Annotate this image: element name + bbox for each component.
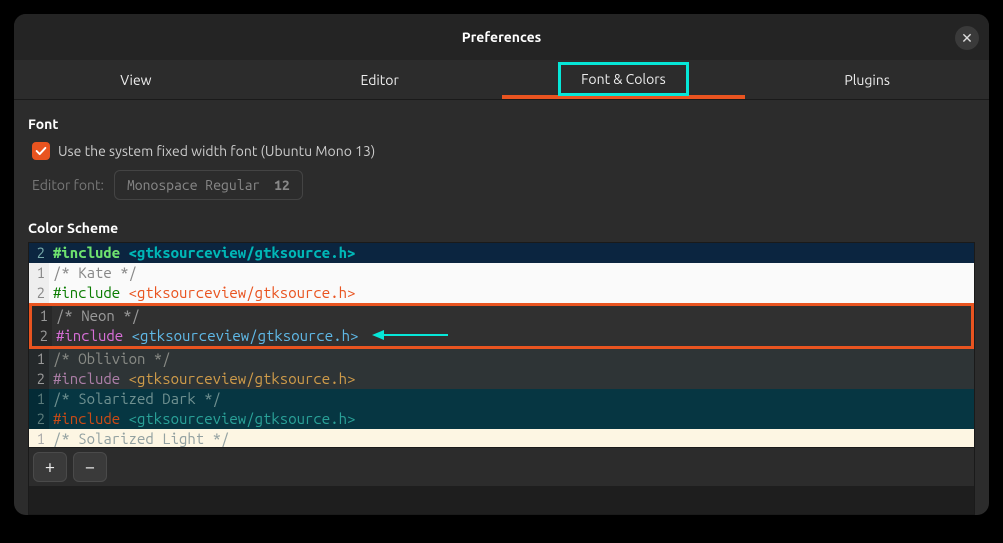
- tab-editor[interactable]: Editor: [258, 60, 502, 99]
- color-scheme-header: Color Scheme: [28, 220, 975, 236]
- scheme-item-neon[interactable]: 1 /* Neon */ 2 #include <gtksourceview/g…: [29, 303, 974, 349]
- tab-plugins[interactable]: Plugins: [745, 60, 989, 99]
- tab-view[interactable]: View: [14, 60, 258, 99]
- minus-icon: −: [85, 457, 95, 477]
- use-system-font-row[interactable]: Use the system fixed width font (Ubuntu …: [32, 142, 975, 160]
- color-scheme-list[interactable]: 2 #include <gtksourceview/gtksource.h> 1…: [28, 242, 975, 515]
- scheme-toolbar: + −: [29, 447, 974, 486]
- scheme-item-solarized-light[interactable]: 1 /* Solarized Light */: [29, 429, 974, 447]
- window-title: Preferences: [462, 29, 542, 45]
- content-area: Font Use the system fixed width font (Ub…: [14, 100, 989, 515]
- tab-font-colors[interactable]: Font & Colors: [502, 60, 746, 99]
- tab-bar: View Editor Font & Colors Plugins: [14, 60, 989, 100]
- use-system-font-checkbox[interactable]: [32, 142, 50, 160]
- titlebar: Preferences ✕: [14, 14, 989, 60]
- remove-scheme-button[interactable]: −: [73, 452, 107, 482]
- scheme-item-solarized-dark[interactable]: 1 /* Solarized Dark */ 2 #include <gtkso…: [29, 389, 974, 429]
- plus-icon: +: [45, 457, 55, 477]
- scheme-item-classic[interactable]: 2 #include <gtksourceview/gtksource.h>: [29, 243, 974, 263]
- editor-font-name: Monospace Regular: [127, 177, 260, 193]
- check-icon: [34, 144, 48, 158]
- font-section-header: Font: [28, 116, 975, 132]
- close-button[interactable]: ✕: [955, 26, 979, 50]
- add-scheme-button[interactable]: +: [33, 452, 67, 482]
- editor-font-button[interactable]: Monospace Regular 12: [114, 170, 303, 200]
- editor-font-label: Editor font:: [32, 177, 104, 193]
- scheme-item-oblivion[interactable]: 1 /* Oblivion */ 2 #include <gtksourcevi…: [29, 349, 974, 389]
- preferences-window: Preferences ✕ View Editor Font & Colors …: [14, 14, 989, 515]
- use-system-font-label: Use the system fixed width font (Ubuntu …: [58, 143, 375, 159]
- editor-font-size: 12: [274, 177, 290, 193]
- editor-font-row: Editor font: Monospace Regular 12: [32, 170, 975, 200]
- close-icon: ✕: [961, 30, 973, 47]
- scheme-item-kate[interactable]: 1 /* Kate */ 2 #include <gtksourceview/g…: [29, 263, 974, 303]
